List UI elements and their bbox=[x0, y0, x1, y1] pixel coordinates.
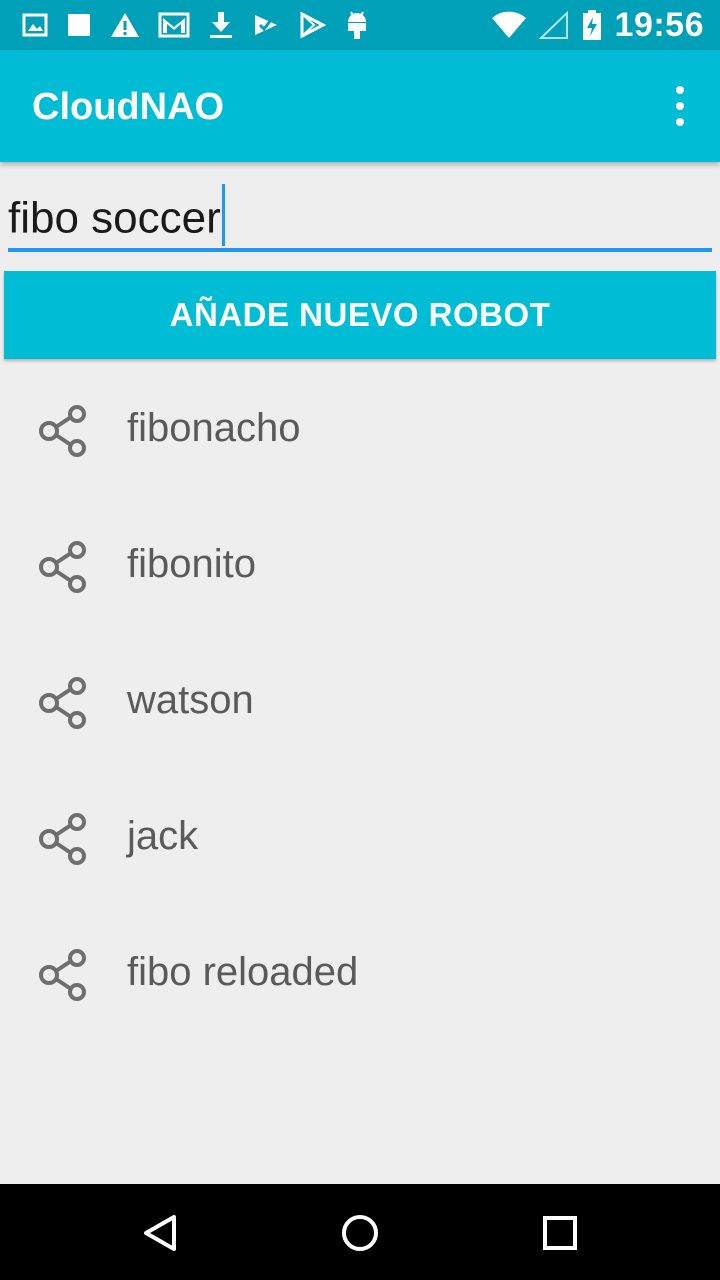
input-underline bbox=[8, 248, 712, 252]
system-icons: 19:56 bbox=[491, 6, 704, 44]
android-icon bbox=[348, 11, 366, 39]
overflow-dot bbox=[676, 118, 684, 126]
list-item[interactable]: jack bbox=[0, 770, 720, 906]
status-time: 19:56 bbox=[614, 5, 704, 44]
list-item[interactable]: watson bbox=[0, 634, 720, 770]
overflow-dot bbox=[676, 102, 684, 110]
back-icon[interactable] bbox=[135, 1208, 185, 1258]
battery-icon bbox=[582, 10, 601, 40]
share-icon[interactable] bbox=[38, 677, 90, 729]
recents-icon[interactable] bbox=[535, 1208, 585, 1258]
wifi-icon bbox=[491, 11, 526, 38]
play-store-icon bbox=[300, 11, 326, 39]
share-icon[interactable] bbox=[38, 949, 90, 1001]
robot-name-input-value: fibo soccer bbox=[8, 193, 221, 243]
share-icon[interactable] bbox=[38, 813, 90, 865]
navigation-bar bbox=[0, 1184, 720, 1280]
cell-signal-icon bbox=[538, 11, 568, 39]
share-icon[interactable] bbox=[38, 405, 90, 457]
add-robot-button[interactable]: AÑADE NUEVO ROBOT bbox=[4, 271, 716, 359]
robot-list: fibonacho fibonito watson jack fibo relo… bbox=[0, 362, 720, 1042]
home-icon[interactable] bbox=[335, 1208, 385, 1258]
list-item[interactable]: fibonito bbox=[0, 498, 720, 634]
robot-name: jack bbox=[127, 814, 199, 858]
more-vert-icon[interactable] bbox=[668, 86, 692, 126]
app-bar: CloudNAO bbox=[0, 50, 720, 162]
square-icon bbox=[68, 14, 90, 36]
download-icon bbox=[210, 12, 232, 38]
image-icon bbox=[22, 13, 48, 37]
task-icon bbox=[255, 15, 277, 35]
text-cursor bbox=[221, 184, 225, 246]
robot-name-input[interactable]: fibo soccer bbox=[8, 180, 712, 254]
share-icon[interactable] bbox=[38, 541, 90, 593]
robot-name: fibonito bbox=[127, 542, 256, 586]
robot-name: watson bbox=[127, 678, 254, 722]
robot-name: fibo reloaded bbox=[127, 950, 359, 994]
list-item[interactable]: fibonacho bbox=[0, 362, 720, 498]
notification-icons bbox=[22, 8, 370, 42]
warning-icon bbox=[111, 13, 139, 37]
robot-name: fibonacho bbox=[127, 406, 301, 450]
list-item[interactable]: fibo reloaded bbox=[0, 906, 720, 1042]
app-title: CloudNAO bbox=[32, 86, 225, 128]
overflow-dot bbox=[676, 86, 684, 94]
gmail-icon bbox=[158, 12, 190, 38]
status-bar: 19:56 bbox=[0, 0, 720, 50]
